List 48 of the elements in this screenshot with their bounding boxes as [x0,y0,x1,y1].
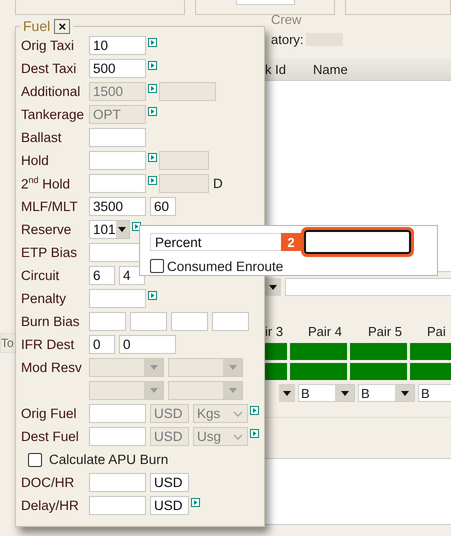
field-label: MLF/MLT [21,199,79,214]
column-header[interactable]: Name [313,62,393,76]
field-label: Percent [150,233,281,251]
input-field[interactable]: 500 [89,59,146,78]
field-label: Circuit [21,268,60,283]
crew-label: atory: [271,32,304,46]
input-field[interactable]: 60 [150,197,176,216]
field-label: Tankerage [21,107,86,122]
field-label: Hold [21,153,50,168]
input-field[interactable]: 6 [89,266,115,285]
field-label: Penalty [21,291,68,306]
step-badge: 2 [281,233,301,251]
column-header[interactable]: k Id [265,62,313,76]
pair-header: ir 3 [265,324,284,340]
to-button[interactable]: To [0,333,16,353]
field-label: Mod Resv [21,360,83,375]
field-label: Reserve [21,222,72,237]
field-label: Orig Taxi [21,38,76,53]
field-label: Delay/HR [21,498,80,513]
input-field[interactable]: 0 [119,335,176,354]
field-label: DOC/HR [21,475,76,490]
field-label: IFR Dest [21,337,76,352]
input-field[interactable]: 0 [89,335,115,354]
checkbox-label: Calculate APU Burn [49,452,168,467]
dropdown[interactable]: B [418,384,451,402]
suffix-text: D [213,176,223,191]
input-field[interactable]: USD [150,473,189,492]
field-label: Additional [21,84,82,99]
field-label: Burn Bias [21,314,81,329]
input-field[interactable]: 10 [89,36,146,55]
dropdown[interactable]: B [298,384,355,402]
dropdown[interactable]: B [358,384,415,402]
field-label: Dest Taxi [21,61,78,76]
pair-header: Pair 5 [367,324,403,340]
close-button[interactable]: × [54,18,70,34]
pair-header: Pair 4 [307,324,343,340]
panel-title: Fuel [23,18,50,34]
field-label: Dest Fuel [21,429,80,444]
input-field[interactable]: USD [150,496,189,515]
input-field[interactable]: 3500 [89,197,146,216]
pair-header: Pai [426,324,447,340]
field-label: ETP Bias [21,245,78,260]
field-label: Ballast [21,130,63,145]
crew-title: Crew [271,12,302,27]
field-label: Orig Fuel [21,406,78,421]
combo-box[interactable]: 101 [89,220,130,239]
field-label: 2$^{nd}$ Hold [21,175,72,192]
checkbox-label: Consumed Enroute [167,258,284,274]
